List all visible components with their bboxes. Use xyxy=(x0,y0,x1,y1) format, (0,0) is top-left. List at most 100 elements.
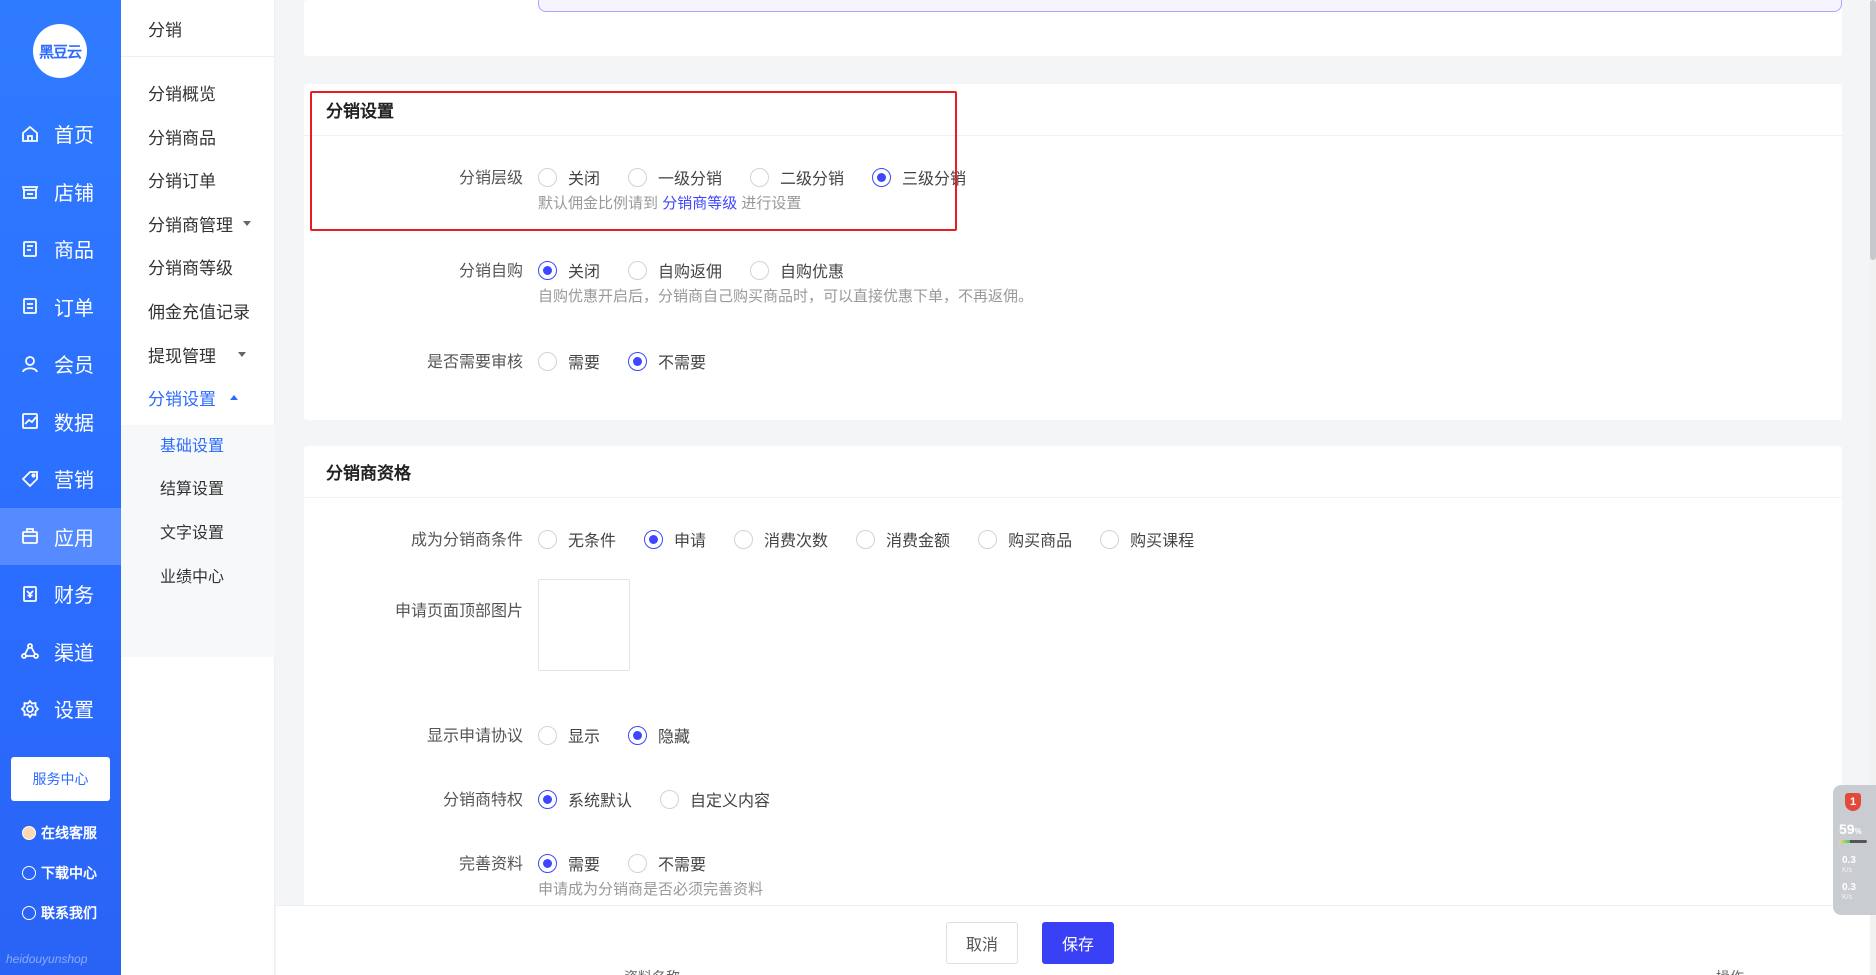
submenu-sub-text-settings[interactable]: 文字设置 xyxy=(160,519,224,543)
privilege-radios: 系统默认 自定义内容 xyxy=(538,787,798,811)
nav-label: 店铺 xyxy=(54,182,94,205)
shield-icon: 1 xyxy=(1845,793,1861,811)
submenu-item-goods[interactable]: 分销商品 xyxy=(148,124,216,149)
network-speed-widget[interactable]: 1 59% 0.3 K/s 0.3 K/s xyxy=(1833,785,1876,915)
nav-label: 会员 xyxy=(54,355,94,378)
submenu-title: 分销 xyxy=(121,0,274,57)
download-icon xyxy=(22,866,36,880)
previous-input-field[interactable] xyxy=(538,0,1842,12)
radio-label: 显示 xyxy=(568,729,601,746)
radio-info-need[interactable]: 需要 xyxy=(538,851,600,875)
download-center-label: 下载中心 xyxy=(41,865,97,881)
radio-self-rebate[interactable]: 自购返佣 xyxy=(628,258,722,282)
nav-item-home[interactable]: 首页 xyxy=(0,105,121,163)
radio-agreement-show[interactable]: 显示 xyxy=(538,723,600,747)
submenu-label: 分销商管理 xyxy=(148,216,233,235)
submenu-item-distributor-management[interactable]: 分销商管理 xyxy=(148,211,251,236)
download-center-link[interactable]: 下载中心 xyxy=(22,863,97,883)
radio-level-three[interactable]: 三级分销 xyxy=(872,165,966,189)
top-image-upload[interactable] xyxy=(538,579,630,671)
radio-level-one[interactable]: 一级分销 xyxy=(628,165,722,189)
radio-label: 需要 xyxy=(568,355,601,372)
nav-label: 应用 xyxy=(54,527,94,550)
radio-cond-none[interactable]: 无条件 xyxy=(538,527,616,551)
brand-logo[interactable]: 黑豆云 xyxy=(33,24,87,78)
radio-label: 关闭 xyxy=(568,264,601,281)
submenu-sub-settlement-settings[interactable]: 结算设置 xyxy=(160,475,224,499)
nav-item-channel[interactable]: 渠道 xyxy=(0,623,121,681)
radio-dot xyxy=(1100,529,1120,549)
distributor-level-link[interactable]: 分销商等级 xyxy=(662,195,737,212)
previous-section-card xyxy=(304,0,1842,56)
cancel-button[interactable]: 取消 xyxy=(946,922,1018,964)
nav-item-goods[interactable]: 商品 xyxy=(0,220,121,278)
nav-label: 财务 xyxy=(54,585,94,608)
distribution-settings-title: 分销设置 xyxy=(304,84,1842,136)
save-button[interactable]: 保存 xyxy=(1042,922,1114,964)
radio-dot xyxy=(628,853,648,873)
chevron-down-icon xyxy=(238,352,246,357)
nav-item-shop[interactable]: 店铺 xyxy=(0,163,121,221)
agreement-label: 显示申请协议 xyxy=(426,728,523,745)
radio-privilege-default[interactable]: 系统默认 xyxy=(538,787,632,811)
radio-cond-buy-goods[interactable]: 购买商品 xyxy=(978,527,1072,551)
qualification-card: 分销商资格 成为分销商条件 无条件 申请 消费次数 消费金额 购买商品 购买课程… xyxy=(304,446,1842,975)
radio-agreement-hide[interactable]: 隐藏 xyxy=(628,723,690,747)
nav-label: 数据 xyxy=(54,412,94,435)
nav-item-marketing[interactable]: 营销 xyxy=(0,450,121,508)
service-center-button[interactable]: 服务中心 xyxy=(11,757,110,801)
submenu-item-orders[interactable]: 分销订单 xyxy=(148,167,216,192)
radio-info-no-need[interactable]: 不需要 xyxy=(628,851,706,875)
radio-self-off[interactable]: 关闭 xyxy=(538,258,600,282)
table-header-peek: 资料名称 xyxy=(624,967,680,975)
hint-text: 默认佣金比例请到 xyxy=(538,195,659,212)
nav-item-member[interactable]: 会员 xyxy=(0,335,121,393)
submenu-sub-basic-settings[interactable]: 基础设置 xyxy=(160,432,224,456)
radio-cond-apply[interactable]: 申请 xyxy=(644,527,706,551)
contact-us-label: 联系我们 xyxy=(41,905,97,921)
radio-cond-count[interactable]: 消费次数 xyxy=(734,527,828,551)
radio-cond-buy-course[interactable]: 购买课程 xyxy=(1100,527,1194,551)
radio-dot xyxy=(538,351,557,371)
nav-item-settings[interactable]: 设置 xyxy=(0,680,121,738)
radio-self-discount[interactable]: 自购优惠 xyxy=(750,258,844,282)
submenu-item-distribution-settings[interactable]: 分销设置 xyxy=(148,385,238,410)
member-icon xyxy=(22,355,38,373)
radio-dot xyxy=(978,529,998,549)
radio-privilege-custom[interactable]: 自定义内容 xyxy=(660,787,770,811)
speed-unit: K/s xyxy=(1842,867,1853,874)
distribution-level-label: 分销层级 xyxy=(458,170,523,187)
radio-review-need[interactable]: 需要 xyxy=(538,349,600,373)
complete-info-radios: 需要 不需要 xyxy=(538,851,734,875)
radio-label: 申请 xyxy=(674,533,707,550)
submenu-item-overview[interactable]: 分销概览 xyxy=(148,80,216,105)
nav-item-finance[interactable]: 财务 xyxy=(0,565,121,623)
nav-item-order[interactable]: 订单 xyxy=(0,278,121,336)
radio-level-off[interactable]: 关闭 xyxy=(538,165,600,189)
submenu-label: 佣金充值记录 xyxy=(148,303,250,322)
contact-us-link[interactable]: 联系我们 xyxy=(22,903,97,923)
radio-dot xyxy=(644,529,664,549)
radio-level-two[interactable]: 二级分销 xyxy=(750,165,844,189)
scrollbar-thumb[interactable] xyxy=(1870,0,1876,260)
radio-dot xyxy=(750,167,770,187)
submenu-item-commission-records[interactable]: 佣金充值记录 xyxy=(148,298,250,323)
radio-dot xyxy=(628,260,648,280)
radio-cond-amount[interactable]: 消费金额 xyxy=(856,527,950,551)
nav-item-data[interactable]: 数据 xyxy=(0,393,121,451)
agreement-radios: 显示 隐藏 xyxy=(538,723,718,747)
submenu-item-withdraw-management[interactable]: 提现管理 xyxy=(148,342,246,367)
nav-item-app[interactable]: 应用 xyxy=(0,507,121,565)
online-service-link[interactable]: 在线客服 xyxy=(22,823,97,843)
app-icon xyxy=(22,528,38,545)
distribution-settings-card: 分销设置 分销层级 关闭 一级分销 二级分销 三级分销 默认佣金比例请到 分销商… xyxy=(304,84,1842,420)
radio-review-no-need[interactable]: 不需要 xyxy=(628,349,706,373)
submenu-sub-performance-center[interactable]: 业绩中心 xyxy=(160,563,224,587)
radio-label: 系统默认 xyxy=(568,793,633,810)
radio-label: 三级分销 xyxy=(902,171,967,188)
radio-dot xyxy=(538,853,557,873)
speed-unit: K/s xyxy=(1842,894,1853,901)
submenu-item-distributor-level[interactable]: 分销商等级 xyxy=(148,254,233,279)
radio-label: 关闭 xyxy=(568,171,601,188)
radio-dot xyxy=(660,789,680,809)
